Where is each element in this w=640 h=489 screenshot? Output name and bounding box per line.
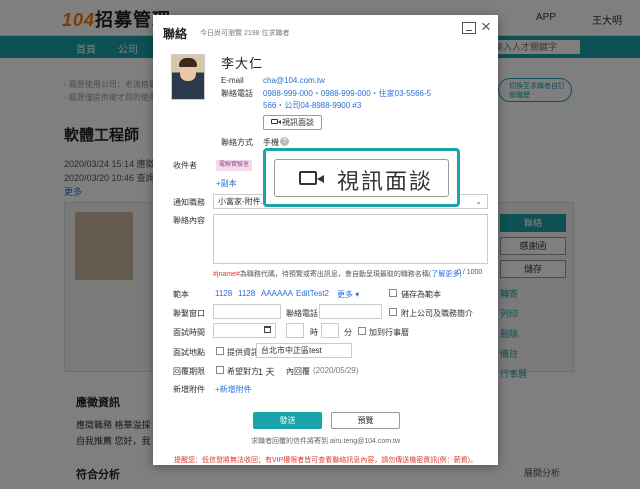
candidate-name: 李大仁 [221,56,264,71]
video-camera-icon [299,171,324,185]
hour-input[interactable] [286,323,304,338]
reply-within-label: 內回覆 [286,367,310,376]
reply-days-value[interactable]: 1 天 [258,365,275,378]
help-icon[interactable]: ? [280,137,289,146]
phone-line[interactable]: 0988-999-000・0988-999-000・住家03-5566-5 [263,88,431,99]
add-calendar-label: 加到行事曆 [369,328,409,337]
phone-line[interactable]: 566・公司04-8988-9900 #3 [263,100,361,111]
attachments-label: 新增附件 [173,385,205,394]
template-label: 範本 [173,290,189,299]
place-input[interactable]: 台北市中正區test [256,343,352,358]
minute-input[interactable] [321,323,339,338]
contact-window-input[interactable] [213,304,281,319]
hope-reply-checkbox[interactable] [216,366,224,374]
phone-label: 聯絡電話 [221,89,253,98]
contact-phone-label: 聯絡電話 [286,309,318,318]
add-attachment-link[interactable]: +新增附件 [215,384,252,395]
video-camera-icon [271,119,281,125]
provide-info-checkbox[interactable] [216,347,224,355]
content-label: 聯絡內容 [173,216,205,225]
char-count: 0 / 1000 [457,269,483,276]
recipient-tag[interactable]: 電聯實驗室 [216,160,252,171]
template-link[interactable]: EditTest2 [296,289,329,298]
reply-date: (2020/05/29) [313,366,359,375]
template-link[interactable]: AAAAAA [261,289,293,298]
add-calendar-checkbox[interactable] [358,327,366,335]
add-cc-link[interactable]: +副本 [216,178,237,189]
contact-method-value: 手機 [263,138,279,147]
callout-label: 視訊面談 [337,169,434,194]
reply-deadline-label: 回覆期限 [173,367,205,376]
attach-company-checkbox[interactable] [389,308,397,316]
content-textarea[interactable] [213,214,488,264]
email-link[interactable]: cha@104.com.tw [263,76,325,85]
chevron-down-icon: ⌄ [475,197,482,206]
warning-note: 提醒您：低信發將無法收回；有VIP權限者皆可查看聯絡訊息內容，請勿傳送機密資訊(… [174,457,477,464]
view-quota: 今日尚可瀏覽 2198 位求職者 [200,30,290,37]
contact-method-label: 聯絡方式 [221,138,253,147]
save-template-label: 儲存為範本 [401,290,441,299]
preview-button[interactable]: 預覽 [331,412,400,429]
close-icon[interactable]: × [481,18,491,35]
contact-modal: 聯絡 今日尚可瀏覽 2198 位求職者 × 李大仁 E-mail cha@104… [153,15,498,465]
minimize-icon[interactable] [462,22,476,34]
send-button[interactable]: 發送 [253,412,322,429]
calendar-icon[interactable] [264,326,271,333]
email-label: E-mail [221,76,244,85]
modal-title: 聯絡 [163,27,188,41]
attach-company-label: 附上公司及職務簡介 [401,309,473,318]
hope-reply-label: 希望對方 [227,367,259,376]
notify-job-label: 通知職務 [173,198,205,207]
video-interview-callout: 視訊面談 [263,148,460,207]
provide-info-label: 提供資訊 [227,348,259,357]
candidate-photo [171,54,205,100]
video-interview-button-zoomed[interactable]: 視訊面談 [274,159,449,197]
hour-unit: 時 [310,328,318,337]
video-interview-button[interactable]: 視訊面談 [263,115,322,130]
template-link[interactable]: 1128 [215,289,232,298]
template-link[interactable]: 1128 [238,289,255,298]
reply-email-note: 求職者回覆的信件將寄到 airu.teng@104.com.tw [250,438,401,445]
recipient-label: 收件者 [173,161,197,170]
minute-unit: 分 [344,328,352,337]
templates-more-link[interactable]: 更多 ▾ [337,289,359,300]
contact-phone-input[interactable] [319,304,382,319]
interview-time-label: 面試時間 [173,328,205,337]
interview-place-label: 面試地點 [173,348,205,357]
save-template-checkbox[interactable] [389,289,397,297]
content-hint: #jname#為職務代碼，待預覽或寄出訊息，會自動呈現最取的職務名稱(了解更多) [213,271,462,278]
contact-window-label: 聯繫窗口 [173,309,205,318]
